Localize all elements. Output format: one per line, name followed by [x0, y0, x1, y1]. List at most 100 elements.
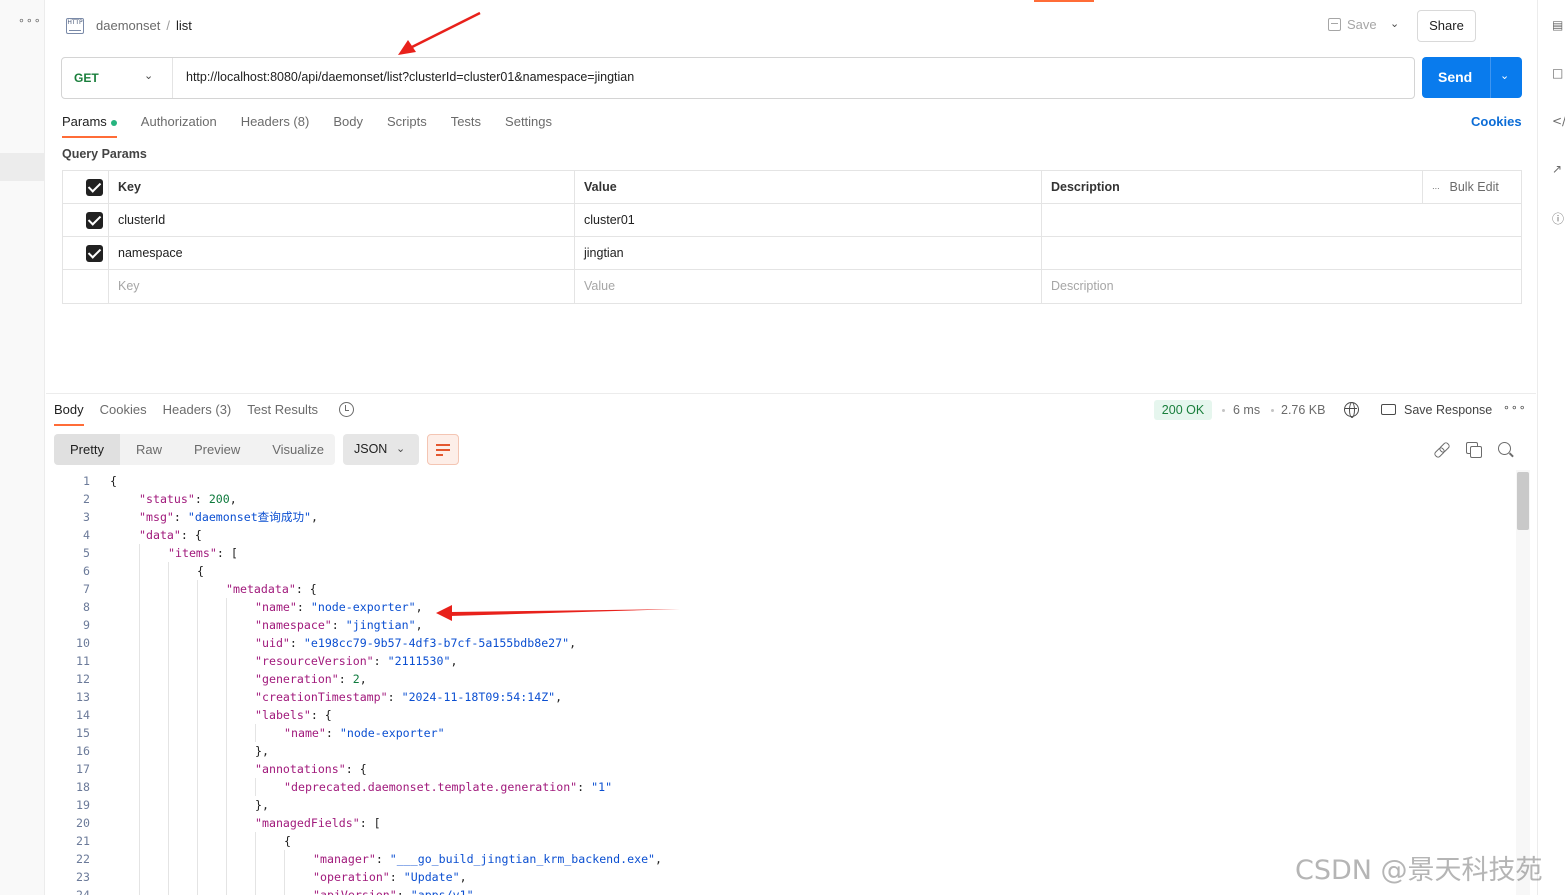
- column-options-icon[interactable]: ∙∙∙: [1432, 183, 1440, 193]
- code-line: 17 "annotations": {: [54, 760, 1514, 778]
- json-punct: : {: [180, 528, 202, 542]
- line-number: 10: [76, 636, 90, 650]
- code-icon[interactable]: </: [1552, 114, 1565, 130]
- response-body-editor[interactable]: 1{2 "status": 200, 3 "msg": "daemonset查询成功"…: [54, 470, 1530, 895]
- tab-scripts[interactable]: Scripts: [387, 114, 427, 138]
- indent-guide: [139, 832, 140, 850]
- indent-guide: [197, 706, 198, 724]
- param-value[interactable]: jingtian: [574, 237, 1041, 270]
- indent-guide: [168, 688, 169, 706]
- save-button[interactable]: Save: [1328, 17, 1377, 32]
- indent-guide: [168, 742, 169, 760]
- indent-guide: [139, 814, 140, 832]
- request-url-bar: GET ⌄ http://localhost:8080/api/daemonse…: [61, 57, 1415, 99]
- param-description[interactable]: [1041, 237, 1522, 270]
- indent-guide: [168, 670, 169, 688]
- url-input[interactable]: http://localhost:8080/api/daemonset/list…: [186, 70, 634, 84]
- info-icon[interactable]: ⓘ: [1552, 210, 1565, 226]
- editor-scrollbar-thumb[interactable]: [1517, 472, 1529, 530]
- related-icon[interactable]: ↗: [1552, 162, 1565, 178]
- new-description-input[interactable]: Description: [1041, 270, 1522, 303]
- json-punct: :: [325, 726, 340, 740]
- breadcrumb-collection[interactable]: daemonset: [96, 18, 160, 33]
- tab-settings[interactable]: Settings: [505, 114, 552, 138]
- more-options-icon[interactable]: ∘∘∘: [18, 14, 42, 27]
- indent-guide: [197, 868, 198, 886]
- json-key: "operation": [313, 870, 390, 884]
- response-time[interactable]: 6 ms: [1233, 403, 1260, 417]
- status-badge[interactable]: 200 OK: [1154, 400, 1212, 420]
- method-label: GET: [74, 71, 99, 85]
- indent-guide: [139, 850, 140, 868]
- indent-guide: [139, 652, 140, 670]
- param-description[interactable]: [1041, 204, 1522, 237]
- tab-response-headers[interactable]: Headers (3): [163, 402, 232, 426]
- indent-guide: [168, 886, 169, 895]
- response-divider[interactable]: [46, 393, 1536, 394]
- view-preview[interactable]: Preview: [178, 434, 256, 465]
- search-icon[interactable]: [1498, 442, 1513, 457]
- indent-guide: [139, 634, 140, 652]
- tab-authorization[interactable]: Authorization: [141, 114, 217, 138]
- new-key-input[interactable]: Key: [108, 270, 574, 303]
- cookies-link[interactable]: Cookies: [1471, 114, 1522, 129]
- row-checkbox[interactable]: [86, 212, 103, 229]
- more-options-icon[interactable]: ∘∘∘: [1503, 401, 1527, 414]
- wrap-lines-icon-line: [436, 454, 443, 456]
- view-raw[interactable]: Raw: [120, 434, 178, 465]
- json-punct: ,: [229, 492, 237, 506]
- link-icon[interactable]: [1434, 442, 1449, 457]
- indent-guide: [139, 760, 140, 778]
- save-options-chevron-icon[interactable]: ⌄: [1390, 17, 1399, 30]
- copy-icon[interactable]: [1466, 442, 1482, 458]
- row-checkbox[interactable]: [86, 245, 103, 262]
- document-icon[interactable]: ▤: [1552, 18, 1565, 34]
- view-visualize[interactable]: Visualize: [256, 434, 340, 465]
- send-label: Send: [1438, 69, 1473, 85]
- globe-icon[interactable]: [1344, 402, 1359, 418]
- breadcrumb-request-name[interactable]: list: [176, 18, 192, 33]
- line-number: 6: [83, 564, 90, 578]
- method-select[interactable]: GET ⌄: [62, 58, 173, 98]
- tab-headers[interactable]: Headers (8): [241, 114, 310, 138]
- json-punct: : {: [295, 582, 317, 596]
- indent-guide: [226, 616, 227, 634]
- send-button[interactable]: Send ⌄: [1422, 57, 1522, 98]
- param-key[interactable]: namespace: [108, 237, 574, 270]
- indent-guide: [197, 778, 198, 796]
- code-line: 3 "msg": "daemonset查询成功",: [54, 508, 1514, 526]
- bulk-edit-button[interactable]: Bulk Edit: [1450, 180, 1499, 194]
- line-number: 3: [83, 510, 90, 524]
- tab-response-cookies[interactable]: Cookies: [100, 402, 147, 426]
- wrap-lines-button[interactable]: [427, 434, 459, 465]
- editor-scrollbar-track[interactable]: [1516, 470, 1530, 895]
- format-select[interactable]: JSON ⌄: [343, 434, 419, 465]
- comment-icon[interactable]: □: [1552, 66, 1565, 82]
- line-number: 15: [76, 726, 90, 740]
- param-value[interactable]: cluster01: [574, 204, 1041, 237]
- param-key[interactable]: clusterId: [108, 204, 574, 237]
- indent-guide: [197, 886, 198, 895]
- view-pretty[interactable]: Pretty: [54, 434, 120, 465]
- tab-params[interactable]: Params: [62, 114, 117, 138]
- line-number: 8: [83, 600, 90, 614]
- tab-response-body[interactable]: Body: [54, 402, 84, 426]
- save-icon: [1328, 18, 1341, 31]
- code-text: {: [284, 832, 291, 850]
- sidebar-active-item[interactable]: [0, 153, 45, 181]
- code-text: "labels": {: [255, 706, 332, 724]
- save-response-button[interactable]: Save Response: [1404, 403, 1492, 417]
- table-row: clusterId cluster01: [63, 204, 1521, 237]
- new-value-input[interactable]: Value: [574, 270, 1041, 303]
- send-options-chevron-icon[interactable]: ⌄: [1500, 69, 1509, 82]
- json-key: "labels": [255, 708, 311, 722]
- tab-test-results[interactable]: Test Results: [247, 402, 318, 426]
- column-header-key: Key: [108, 171, 574, 204]
- share-button[interactable]: Share: [1417, 10, 1476, 42]
- tab-body[interactable]: Body: [333, 114, 363, 138]
- tab-tests[interactable]: Tests: [451, 114, 481, 138]
- indent-guide: [284, 868, 285, 886]
- select-all-checkbox[interactable]: [86, 179, 103, 196]
- history-icon[interactable]: [339, 402, 354, 417]
- response-size[interactable]: 2.76 KB: [1281, 403, 1325, 417]
